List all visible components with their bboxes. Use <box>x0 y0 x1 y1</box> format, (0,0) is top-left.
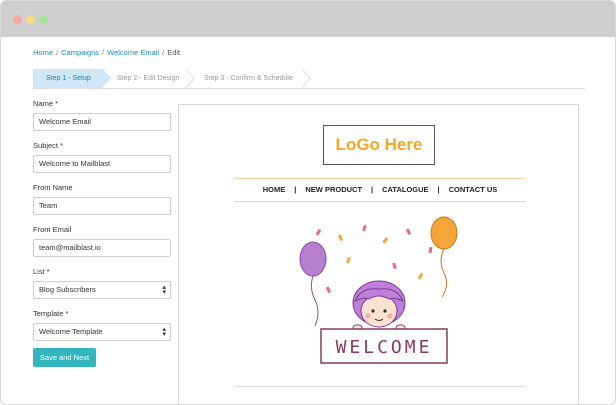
subject-field[interactable]: Welcome to Mailblast <box>33 155 171 173</box>
browser-window: Home / Campaigns / Welcome Email / Edit Step 1… <box>0 0 616 405</box>
breadcrumb-current: Edit <box>167 48 181 57</box>
breadcrumb-home-link[interactable]: Home <box>33 48 53 57</box>
step-edit-design[interactable]: Step 2 - Edit Design <box>117 69 179 88</box>
breadcrumb-separator: / <box>162 48 165 57</box>
name-label: Name * <box>33 99 59 108</box>
wizard-steps: Step 1 - Setup Step 2 - Edit Design Step… <box>33 69 585 89</box>
nav-item-new-product[interactable]: NEW PRODUCT <box>305 185 362 194</box>
welcome-sign-text: WELCOME <box>336 337 433 358</box>
title-bar <box>1 1 615 37</box>
subject-label: Subject * <box>33 141 64 150</box>
breadcrumb-separator: / <box>102 48 105 57</box>
name-field[interactable]: Welcome Email <box>33 113 171 131</box>
from-name-field[interactable]: Team <box>33 197 171 215</box>
breadcrumb-separator: / <box>56 48 59 57</box>
minimize-window-icon[interactable] <box>26 15 35 24</box>
breadcrumb-campaigns-link[interactable]: Campaigns <box>61 48 99 57</box>
chevron-right-icon <box>185 69 195 88</box>
purple-balloon-icon <box>299 241 327 327</box>
chevron-right-icon <box>301 69 311 88</box>
from-name-label: From Name <box>33 183 73 192</box>
email-footer-divider <box>234 386 526 387</box>
nav-divider-bottom <box>234 201 526 202</box>
close-window-icon[interactable] <box>13 15 22 24</box>
orange-balloon-icon <box>430 216 458 298</box>
nav-separator: | <box>371 185 374 194</box>
list-label: List * <box>33 267 50 276</box>
template-select-value: Welcome Template <box>39 327 103 336</box>
select-arrows-icon: ▴ ▾ <box>162 326 166 338</box>
nav-separator: | <box>437 185 440 194</box>
list-select[interactable]: Blog Subscribers ▴ ▾ <box>33 281 171 299</box>
breadcrumb-campaign-link[interactable]: Welcome Email <box>107 48 159 57</box>
step-setup[interactable]: Step 1 - Setup <box>33 69 103 88</box>
welcome-illustration: WELCOME <box>299 216 458 364</box>
list-select-value: Blog Subscribers <box>39 285 96 294</box>
maximize-window-icon[interactable] <box>39 15 48 24</box>
nav-divider-top <box>234 178 526 179</box>
email-nav: HOME | NEW PRODUCT | CATALOGUE | CONTACT US <box>234 185 526 194</box>
template-label: Template * <box>33 309 69 318</box>
step-active-arrow <box>103 69 111 87</box>
nav-item-catalogue[interactable]: CATALOGUE <box>382 185 428 194</box>
select-arrows-icon: ▴ ▾ <box>162 284 166 296</box>
from-email-field[interactable]: team@mailblast.io <box>33 239 171 257</box>
breadcrumb: Home / Campaigns / Welcome Email / Edit <box>33 48 180 57</box>
logo-placeholder: LoGo Here <box>323 125 435 165</box>
template-select[interactable]: Welcome Template ▴ ▾ <box>33 323 171 341</box>
step-confirm-schedule[interactable]: Step 3 - Confirm & Schedule <box>204 69 293 88</box>
welcome-sign: WELCOME <box>320 328 448 364</box>
nav-item-home[interactable]: HOME <box>263 185 286 194</box>
save-and-next-button[interactable]: Save and Next <box>33 348 96 367</box>
from-email-label: From Email <box>33 225 72 234</box>
email-preview: LoGo Here HOME | NEW PRODUCT | CATALOGUE | CON… <box>178 104 579 404</box>
nav-separator: | <box>294 185 297 194</box>
girl-icon <box>352 280 406 333</box>
nav-item-contact-us[interactable]: CONTACT US <box>449 185 498 194</box>
